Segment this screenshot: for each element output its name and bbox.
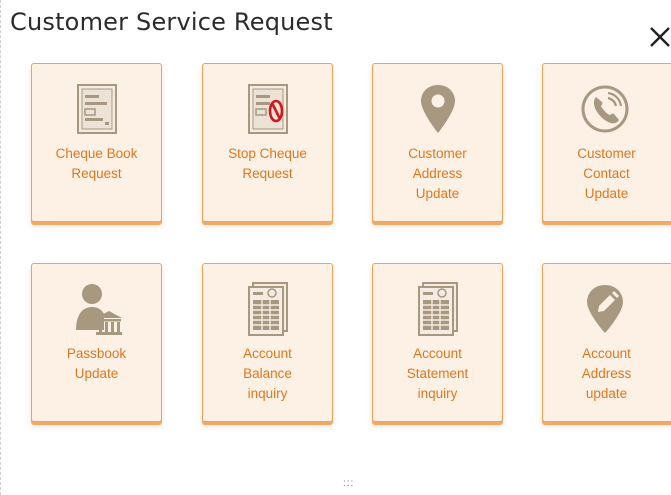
document-icon: [247, 282, 288, 336]
tile-label-line1: Stop Cheque: [228, 146, 307, 161]
tile-label-line3: update: [585, 386, 628, 401]
tile-stop-cheque-request[interactable]: Stop Cheque Request: [202, 63, 333, 222]
document-icon: [417, 282, 458, 336]
tile-label-line2: Contact: [583, 166, 630, 181]
tile-label-line3: inquiry: [247, 386, 288, 401]
tile-label-line1: Passbook: [66, 346, 127, 361]
tile-label-line1: Account: [582, 346, 631, 361]
dialog-left-border: [0, 0, 2, 495]
tile-label-line3: inquiry: [417, 386, 458, 401]
tile-label-line2: Update: [74, 366, 119, 381]
tile-account-statement-inquiry[interactable]: Account Statement inquiry: [372, 263, 503, 422]
tile-label-line2: Request: [242, 166, 293, 181]
dialog-title: Customer Service Request: [10, 8, 333, 36]
close-icon: [650, 27, 670, 47]
tile-account-balance-inquiry[interactable]: Account Balance inquiry: [202, 263, 333, 422]
tile-label-line2: Statement: [406, 366, 469, 381]
cheque-book-icon: [76, 84, 117, 134]
resize-grip[interactable]: :::: [343, 478, 354, 489]
tile-label-line2: Request: [71, 166, 122, 181]
tile-label-line1: Cheque Book: [55, 146, 138, 161]
stop-cheque-icon: [247, 84, 288, 134]
edit-pin-icon: [586, 285, 623, 333]
tile-label-line1: Customer: [408, 146, 467, 161]
tile-label-line2: Balance: [243, 366, 292, 381]
close-button[interactable]: [647, 24, 671, 50]
location-pin-icon: [420, 85, 455, 133]
tile-customer-contact-update[interactable]: Customer Contact Update: [542, 63, 671, 222]
tile-label-line3: Update: [415, 186, 460, 201]
tile-account-address-update[interactable]: Account Address update: [542, 263, 671, 422]
tile-passbook-update[interactable]: Passbook Update: [31, 263, 162, 422]
passbook-icon: [75, 284, 122, 335]
tile-customer-address-update[interactable]: Customer Address Update: [372, 63, 503, 222]
phone-icon: [581, 85, 628, 133]
tile-label-line1: Customer: [577, 146, 636, 161]
tile-cheque-book-request[interactable]: Cheque Book Request: [31, 63, 162, 222]
tile-label-line3: Update: [584, 186, 629, 201]
tile-label-line2: Address: [412, 166, 463, 181]
tile-label-line2: Address: [581, 366, 632, 381]
tile-label-line1: Account: [413, 346, 462, 361]
tile-label-line1: Account: [243, 346, 292, 361]
